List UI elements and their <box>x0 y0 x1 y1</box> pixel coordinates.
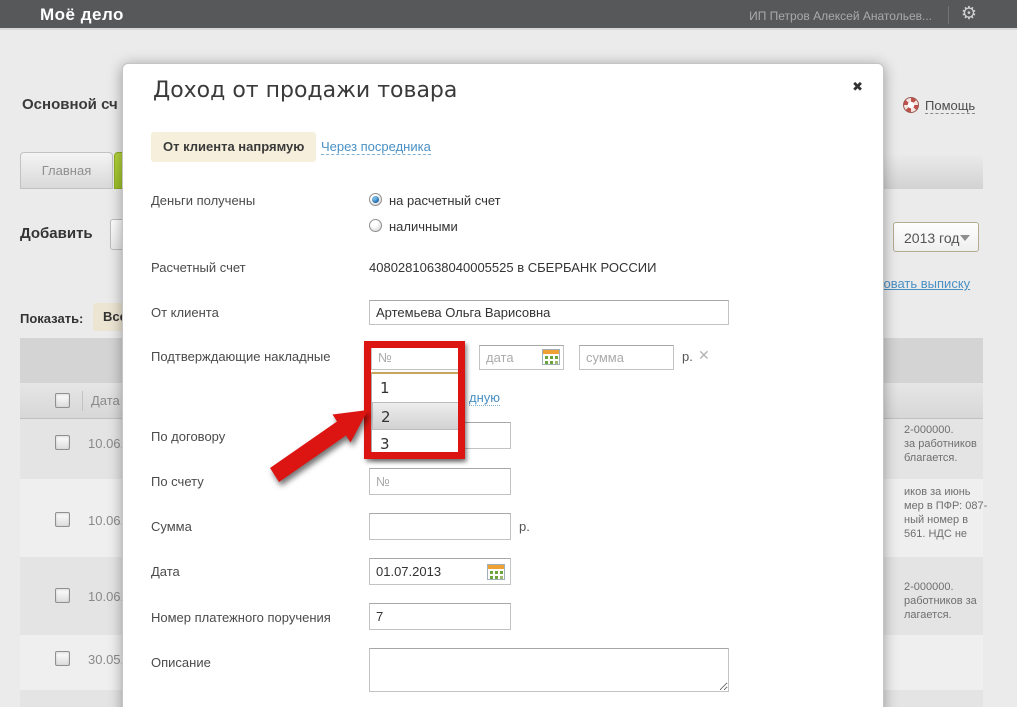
by-invoice-input[interactable] <box>369 468 511 495</box>
add-label: Добавить <box>20 225 93 242</box>
remove-row-icon[interactable]: ✕ <box>698 347 710 364</box>
radio-bank-account[interactable] <box>369 193 382 206</box>
topbar-separator <box>948 6 949 24</box>
money-received-label: Деньги получены <box>151 193 256 208</box>
year-select-value: 2013 год <box>904 230 960 246</box>
row-description: иков за июнь мер в ПФР: 087- ный номер в… <box>904 486 988 540</box>
description-label: Описание <box>151 655 211 670</box>
row-description: 2-000000. за работников благается. <box>904 424 977 464</box>
row-checkbox[interactable] <box>55 588 70 603</box>
row-description: 2-000000. работников за лагается. <box>904 581 977 621</box>
page-title: Основной сч <box>22 96 118 113</box>
year-select[interactable]: 2013 год <box>893 222 979 252</box>
invoice-sum-input[interactable] <box>579 345 674 370</box>
tab-via-intermediary[interactable]: Через посредника <box>321 139 431 155</box>
calendar-icon[interactable] <box>487 564 505 580</box>
radio-bank-account-label[interactable]: на расчетный счет <box>389 193 501 208</box>
row-checkbox[interactable] <box>55 651 70 666</box>
annotation-arrow-icon <box>270 410 368 482</box>
income-modal: Доход от продажи товара ✖ От клиента нап… <box>122 63 884 707</box>
close-icon[interactable]: ✖ <box>852 79 863 95</box>
by-invoice-label: По счету <box>151 474 204 489</box>
row-checkbox[interactable] <box>55 435 70 450</box>
sum-input[interactable] <box>369 513 511 540</box>
radio-cash-label[interactable]: наличными <box>389 219 458 234</box>
annotation-highlight-rect <box>364 341 465 459</box>
tab-from-client[interactable]: От клиента напрямую <box>151 132 317 162</box>
calendar-icon[interactable] <box>542 349 560 365</box>
tab-main[interactable]: Главная <box>20 152 113 189</box>
bank-account-value: 40802810638040005525 в СБЕРБАНК РОССИИ <box>369 260 657 275</box>
radio-cash[interactable] <box>369 219 382 232</box>
top-bar: Моё дело ИП Петров Алексей Анатольев... … <box>0 0 1017 30</box>
column-divider <box>82 391 83 411</box>
manual-entry-link-fragment[interactable]: дную <box>469 390 501 406</box>
app-canvas: Моё дело ИП Петров Алексей Анатольев... … <box>0 0 1017 707</box>
show-label: Показать: <box>20 311 84 326</box>
description-textarea[interactable] <box>369 648 729 692</box>
account-name[interactable]: ИП Петров Алексей Анатольев... <box>749 9 932 23</box>
import-statement-link[interactable]: ировать выписку <box>869 276 970 291</box>
date-label: Дата <box>151 564 180 579</box>
help-link[interactable]: Помощь <box>925 98 976 114</box>
bank-account-label: Расчетный счет <box>151 260 246 275</box>
app-logo[interactable]: Моё дело <box>40 5 124 25</box>
contract-label: По договору <box>151 429 226 444</box>
ruble-label: р. <box>682 349 693 364</box>
client-input[interactable] <box>369 300 729 325</box>
chevron-down-icon <box>960 235 970 241</box>
row-checkbox[interactable] <box>55 512 70 527</box>
payment-number-input[interactable] <box>369 603 511 630</box>
gear-icon[interactable]: ⚙ <box>961 3 977 24</box>
sum-label: Сумма <box>151 519 192 534</box>
payment-number-label: Номер платежного поручения <box>151 610 331 625</box>
select-all-checkbox[interactable] <box>55 393 70 408</box>
lifebuoy-icon <box>903 97 919 113</box>
ruble-label: р. <box>519 519 530 534</box>
date-column-header: Дата <box>91 393 120 408</box>
invoices-label: Подтверждающие накладные <box>151 349 331 364</box>
client-label: От клиента <box>151 305 219 320</box>
tab-bar-right <box>872 152 983 189</box>
modal-title: Доход от продажи товара <box>153 78 458 103</box>
